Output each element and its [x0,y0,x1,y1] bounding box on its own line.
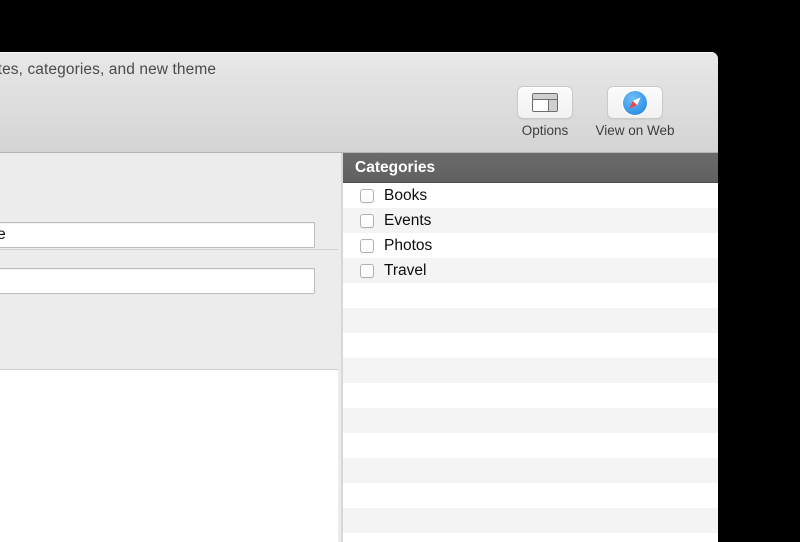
category-empty-row [343,433,718,458]
panel-layout-icon [532,93,558,112]
safari-compass-icon-needle-white [632,94,643,105]
category-row[interactable]: Travel [343,258,718,283]
editor-line: will serve as a great [0,428,338,453]
app-window: tom templates, categories, and new theme… [0,52,718,542]
editor-line-blank [0,453,338,478]
category-label: Events [384,211,432,229]
category-label: Books [384,186,428,204]
editor-line: ew features_ for blog hosting [0,379,338,404]
panel-layout-icon-sidebar [548,100,557,111]
editor-line: hese features alone is a big [0,404,338,429]
category-empty-row [343,308,718,333]
category-row[interactable]: Events [343,208,718,233]
toolbar-item-options[interactable]: Options [512,86,578,138]
category-checkbox[interactable] [360,188,374,203]
formatting-toolbar [0,321,338,370]
toolbar-item-view-on-web[interactable]: View on Web [595,86,675,138]
category-row[interactable]: Photos [343,233,718,258]
editor-pane: d new theme [0,153,338,542]
category-empty-row [343,408,718,433]
view-on-web-button[interactable] [607,86,663,119]
category-empty-row [343,358,718,383]
category-checkbox[interactable] [360,238,374,253]
category-empty-row [343,333,718,358]
screen: tom templates, categories, and new theme… [0,0,800,542]
post-body-editor[interactable]: ew features_ for blog hosting hese featu… [0,370,338,542]
editor-line: you may know, Micro.blog- [0,526,338,542]
window-title-text: tom templates, categories, and new theme [0,61,217,78]
post-title-input[interactable]: d new theme [0,222,315,248]
options-button[interactable] [517,86,573,119]
categories-header: Categories [343,153,718,183]
post-tags-input[interactable] [0,268,315,294]
category-checkbox[interactable] [360,213,374,228]
category-empty-row [343,508,718,533]
categories-pane: Categories Books Events Photos Travel [343,153,718,542]
editor-line-blank [0,477,338,502]
panel-layout-icon-titlebar [533,94,557,100]
category-empty-row [343,483,718,508]
category-row[interactable]: Books [343,183,718,208]
category-checkbox[interactable] [360,263,374,278]
safari-compass-icon [623,90,647,115]
category-empty-row [343,383,718,408]
category-empty-row [343,458,718,483]
category-label: Photos [384,236,433,254]
window-body: d new theme [0,153,718,542]
toolbar-items: Options View on Web [512,86,675,138]
view-on-web-button-label: View on Web [595,123,675,138]
window-title: tom templates, categories, and new theme [0,61,718,79]
categories-empty-rows [343,283,718,533]
editor-line: mes have been rewritten with [0,502,338,527]
category-label: Travel [384,261,427,279]
category-empty-row [343,283,718,308]
window-toolbar: tom templates, categories, and new theme… [0,52,718,153]
options-button-label: Options [521,123,569,138]
